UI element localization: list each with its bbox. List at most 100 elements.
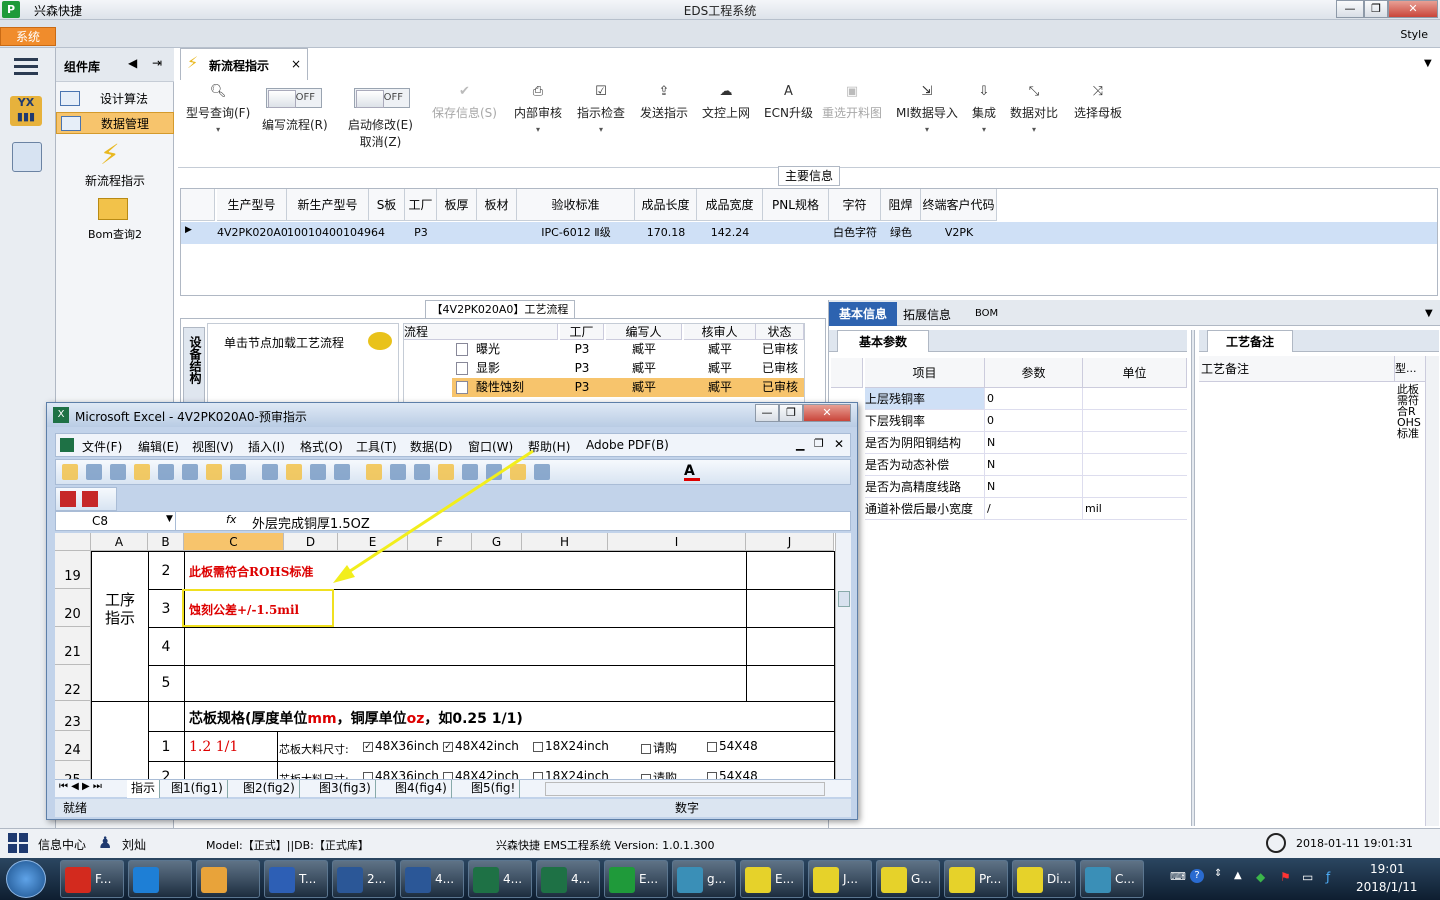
spelling-icon[interactable]: [206, 464, 222, 480]
taskbar-item[interactable]: C...: [1080, 860, 1144, 898]
model-query-button[interactable]: 🔍︎ 型号查询(F) ▾: [186, 84, 250, 135]
tray-date[interactable]: 2018/1/11: [1356, 880, 1418, 894]
taskbar-item[interactable]: Di...: [1012, 860, 1076, 898]
main-cell[interactable]: V2PK: [921, 222, 997, 244]
checkbox-icon[interactable]: [707, 741, 717, 752]
sheet-tab[interactable]: 指示: [127, 780, 161, 798]
pdf-convert-icon[interactable]: [82, 491, 98, 507]
taskbar-item[interactable]: 4...: [536, 860, 600, 898]
sheet-tab[interactable]: 图4(fig4): [391, 780, 452, 798]
edit-flow-toggle[interactable]: OFF: [266, 88, 322, 108]
size-option-checkbox[interactable]: 18X24inch: [533, 739, 609, 753]
send-instruction-button[interactable]: ⇪ 发送指示: [640, 84, 688, 121]
row-header-24[interactable]: 24: [55, 731, 91, 761]
name-box[interactable]: C8: [56, 512, 176, 530]
taskbar-item[interactable]: g...: [672, 860, 736, 898]
main-col-header[interactable]: PNL规格: [763, 189, 829, 221]
internal-review-button[interactable]: ⎙ 内部审核 ▾: [514, 84, 562, 135]
data-compare-button[interactable]: ⤡ 数据对比 ▾: [1010, 84, 1058, 135]
excel-menu-item[interactable]: 编辑(E): [138, 438, 179, 455]
taskbar-item[interactable]: J...: [808, 860, 872, 898]
checkbox-icon[interactable]: [533, 741, 543, 752]
size-option-checkbox[interactable]: ✓ 48X36inch: [363, 739, 439, 753]
close-button[interactable]: ✕: [1388, 0, 1438, 18]
new-file-icon[interactable]: [62, 464, 78, 480]
excel-close-button[interactable]: ✕: [803, 404, 851, 422]
info-center-link[interactable]: 信息中心: [38, 836, 86, 853]
save-icon[interactable]: [110, 464, 126, 480]
permission-icon[interactable]: [134, 464, 150, 480]
taskbar-item[interactable]: F...: [60, 860, 124, 898]
print-icon[interactable]: [158, 464, 174, 480]
process-cell[interactable]: 臧平: [606, 359, 682, 378]
scrollbar-thumb[interactable]: [838, 591, 850, 607]
taskbar-item[interactable]: 4...: [468, 860, 532, 898]
size-option-checkbox[interactable]: 请购: [641, 739, 677, 756]
checkbox-icon[interactable]: ✓: [363, 741, 373, 752]
tray-help-icon[interactable]: ?: [1190, 869, 1204, 883]
main-col-header[interactable]: 板厚: [437, 189, 477, 221]
size-option-checkbox[interactable]: 请购: [641, 769, 677, 779]
sheet-tab[interactable]: 图1(fig1): [167, 780, 228, 798]
save-info-button[interactable]: ✔ 保存信息(S): [432, 84, 497, 121]
table-row[interactable]: 通道补偿后最小宽度 / mil: [865, 498, 1187, 520]
process-cell[interactable]: 酸性蚀刻: [476, 378, 556, 397]
process-cell[interactable]: 已审核: [756, 378, 804, 397]
arrow-left-icon[interactable]: ◀: [128, 56, 137, 70]
row-header-25[interactable]: 25: [55, 761, 91, 779]
taskbar-item[interactable]: [196, 860, 260, 898]
main-cell[interactable]: 绿色: [881, 222, 921, 244]
cut-icon[interactable]: [262, 464, 278, 480]
vertical-scrollbar[interactable]: [835, 533, 851, 779]
taskbar-item[interactable]: G...: [876, 860, 940, 898]
sheet-nav-icon[interactable]: ⏮ ◀ ▶ ⏭: [59, 781, 102, 792]
calculator-icon[interactable]: [12, 142, 42, 172]
yx-factory-icon[interactable]: YX ▮▮▮: [10, 96, 42, 126]
size-option-checkbox[interactable]: 54X48: [707, 769, 758, 779]
table-row[interactable]: 是否为高精度线路 N: [865, 476, 1187, 498]
col-header-a[interactable]: A: [91, 533, 148, 551]
tab-device-structure[interactable]: 设备结构: [183, 327, 205, 407]
hamburger-menu-icon[interactable]: [14, 56, 38, 76]
checkbox-icon[interactable]: [443, 771, 453, 779]
main-cell[interactable]: 10010400104964: [287, 222, 385, 244]
start-button[interactable]: [6, 860, 46, 898]
tray-feather-icon[interactable]: ƒ: [1326, 870, 1330, 884]
tab-new-flow[interactable]: ⚡ 新流程指示 ×: [180, 48, 308, 80]
bom-query-tool[interactable]: Bom查询2: [56, 226, 174, 242]
grid-icon[interactable]: [8, 833, 28, 853]
main-col-header[interactable]: 工厂: [405, 189, 437, 221]
doc-close-icon[interactable]: ✕: [834, 437, 844, 451]
sheet-tab[interactable]: 图2(fig2): [239, 780, 300, 798]
doc-upload-button[interactable]: ☁ 文控上网: [702, 84, 750, 121]
tray-arrows-icon[interactable]: ⇕: [1214, 868, 1222, 879]
remarks-scrollbar[interactable]: [1425, 356, 1439, 826]
cell-c20[interactable]: 蚀刻公差+/-1.5mil: [189, 601, 299, 618]
param-value[interactable]: 0: [985, 388, 1083, 410]
main-cell[interactable]: 4V2PK020A0: [217, 222, 288, 244]
col-header-c[interactable]: C: [184, 533, 284, 551]
tab-basic-info[interactable]: 基本信息: [829, 302, 897, 326]
taskbar-item[interactable]: 4...: [400, 860, 464, 898]
process-cell[interactable]: 曝光: [476, 340, 556, 359]
row-header-19[interactable]: 19: [55, 551, 91, 589]
main-cell[interactable]: IPC-6012 Ⅱ级: [517, 222, 635, 244]
process-cell[interactable]: P3: [560, 378, 604, 397]
table-row[interactable]: 是否为阴阳铜结构 N: [865, 432, 1187, 454]
style-label[interactable]: Style: [1400, 28, 1428, 41]
tab-extended-info[interactable]: 拓展信息: [903, 306, 951, 323]
mi-import-button[interactable]: ⇲ MI数据导入 ▾: [896, 84, 958, 135]
doc-restore-icon[interactable]: ❐: [814, 437, 824, 450]
main-col-header[interactable]: S板: [369, 189, 405, 221]
process-cell[interactable]: P3: [560, 340, 604, 359]
select-mother-board-button[interactable]: ⤨ 选择母板: [1074, 84, 1122, 121]
taskbar-item[interactable]: T...: [264, 860, 328, 898]
system-tab[interactable]: 系统: [0, 27, 56, 46]
checkbox-icon[interactable]: [707, 771, 717, 779]
excel-menu-item[interactable]: 视图(V): [192, 438, 234, 455]
taskbar-item[interactable]: Pr...: [944, 860, 1008, 898]
tray-network-icon[interactable]: ▭: [1302, 870, 1313, 884]
enable-modify-toggle[interactable]: OFF: [354, 88, 410, 108]
sheet-tab[interactable]: 图5(fig!: [467, 780, 521, 798]
taskbar-item[interactable]: 2...: [332, 860, 396, 898]
